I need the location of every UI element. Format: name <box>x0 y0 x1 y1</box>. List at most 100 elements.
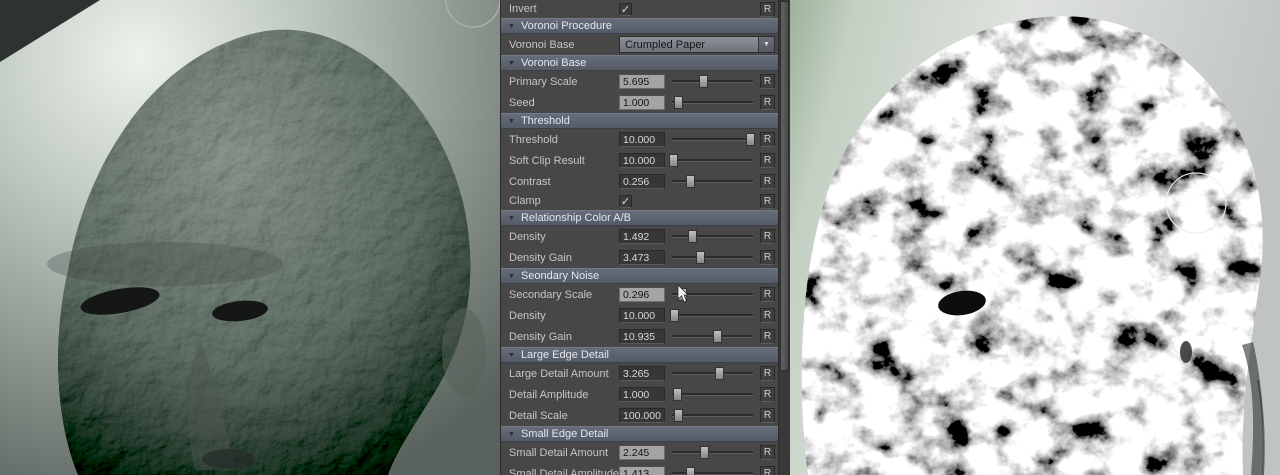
section-label: Voronoi Base <box>521 57 586 69</box>
section-header[interactable]: ▼Voronoi Procedure <box>501 18 779 34</box>
slider-handle[interactable] <box>715 367 724 380</box>
reset-button[interactable]: R <box>760 466 775 475</box>
reset-button[interactable]: R <box>760 308 775 323</box>
param-slider[interactable] <box>672 174 753 189</box>
param-slider[interactable] <box>672 250 753 265</box>
param-value-field[interactable]: 5.695 <box>619 74 665 89</box>
param-value-field[interactable]: 1.000 <box>619 95 665 110</box>
reset-button[interactable]: R <box>760 366 775 381</box>
checkbox[interactable]: ✓ <box>619 3 632 16</box>
left-viewport-canvas[interactable] <box>0 0 500 475</box>
collapse-triangle-icon[interactable]: ▼ <box>508 431 515 438</box>
param-value-field[interactable]: 10.000 <box>619 132 665 147</box>
slider-handle[interactable] <box>700 446 709 459</box>
param-slider[interactable] <box>672 466 753 475</box>
param-value-field[interactable]: 2.245 <box>619 445 665 460</box>
param-label: Threshold <box>509 134 619 146</box>
slider-handle[interactable] <box>699 75 708 88</box>
panel-scrollbar[interactable] <box>778 0 790 475</box>
param-value-field[interactable]: 10.935 <box>619 329 665 344</box>
param-value-field[interactable]: 1.413 <box>619 466 665 475</box>
param-slider[interactable] <box>672 74 753 89</box>
param-slider[interactable] <box>672 387 753 402</box>
checkbox[interactable]: ✓ <box>619 195 632 208</box>
collapse-triangle-icon[interactable]: ▼ <box>508 352 515 359</box>
param-label: Detail Amplitude <box>509 389 619 401</box>
param-slider[interactable] <box>672 308 753 323</box>
reset-button[interactable]: R <box>760 387 775 402</box>
section-header[interactable]: ▼Relationship Color A/B <box>501 210 779 226</box>
param-value-field[interactable]: 0.296 <box>619 287 665 302</box>
param-value-field[interactable]: 100.000 <box>619 408 665 423</box>
slider-handle[interactable] <box>688 230 697 243</box>
scrollbar-thumb[interactable] <box>780 1 789 371</box>
param-row: Secondary Scale0.296R <box>501 284 779 305</box>
param-row: Density Gain3.473R <box>501 247 779 268</box>
param-slider[interactable] <box>672 366 753 381</box>
reset-button[interactable]: R <box>760 329 775 344</box>
slider-handle[interactable] <box>669 154 678 167</box>
reset-button[interactable]: R <box>760 287 775 302</box>
collapse-triangle-icon[interactable]: ▼ <box>508 60 515 67</box>
reset-button[interactable]: R <box>760 132 775 147</box>
right-viewport-canvas[interactable] <box>790 0 1280 475</box>
param-value-field[interactable]: 10.000 <box>619 153 665 168</box>
slider-handle[interactable] <box>673 388 682 401</box>
collapse-triangle-icon[interactable]: ▼ <box>508 273 515 280</box>
param-row: Primary Scale5.695R <box>501 71 779 92</box>
param-value-field[interactable]: 1.492 <box>619 229 665 244</box>
collapse-triangle-icon[interactable]: ▼ <box>508 118 515 125</box>
slider-track <box>672 393 753 396</box>
param-value-field[interactable]: 10.000 <box>619 308 665 323</box>
reset-button[interactable]: R <box>760 445 775 460</box>
section-header[interactable]: ▼Large Edge Detail <box>501 347 779 363</box>
dropdown-arrow-icon[interactable]: ▼ <box>758 37 774 52</box>
slider-handle[interactable] <box>670 309 679 322</box>
param-slider[interactable] <box>672 287 753 302</box>
left-3d-viewport[interactable] <box>0 0 500 475</box>
slider-handle[interactable] <box>686 467 695 475</box>
reset-button[interactable]: R <box>760 194 775 209</box>
param-value-field[interactable]: 3.473 <box>619 250 665 265</box>
reset-button[interactable]: R <box>760 250 775 265</box>
voronoi-base-dropdown[interactable]: Crumpled Paper▼ <box>619 36 775 53</box>
slider-handle[interactable] <box>674 409 683 422</box>
param-value-field[interactable]: 3.265 <box>619 366 665 381</box>
section-header[interactable]: ▼ Threshold <box>501 113 779 129</box>
section-header[interactable]: ▼Small Edge Detail <box>501 426 779 442</box>
param-slider[interactable] <box>672 408 753 423</box>
param-slider[interactable] <box>672 153 753 168</box>
reset-button[interactable]: R <box>760 229 775 244</box>
collapse-triangle-icon[interactable]: ▼ <box>508 215 515 222</box>
slider-handle[interactable] <box>678 288 687 301</box>
slider-handle[interactable] <box>674 96 683 109</box>
reset-button[interactable]: R <box>760 2 775 17</box>
param-slider[interactable] <box>672 329 753 344</box>
reset-button[interactable]: R <box>760 174 775 189</box>
section-label: Threshold <box>521 115 570 127</box>
collapse-triangle-icon[interactable]: ▼ <box>508 23 515 30</box>
param-slider[interactable] <box>672 95 753 110</box>
reset-button[interactable]: R <box>760 408 775 423</box>
param-value-field[interactable]: 0.256 <box>619 174 665 189</box>
reset-button[interactable]: R <box>760 153 775 168</box>
param-label: Large Detail Amount <box>509 368 619 380</box>
slider-handle[interactable] <box>746 133 755 146</box>
param-slider[interactable] <box>672 445 753 460</box>
param-value-field[interactable]: 1.000 <box>619 387 665 402</box>
section-header[interactable]: ▼Seondary Noise <box>501 268 779 284</box>
param-row: Clamp✓R <box>501 192 779 210</box>
reset-button[interactable]: R <box>760 74 775 89</box>
slider-track <box>672 314 753 317</box>
section-header[interactable]: ▼ Voronoi Base <box>501 55 779 71</box>
param-slider[interactable] <box>672 132 753 147</box>
param-row: Threshold10.000 R <box>501 129 779 150</box>
nostril-shadow <box>202 449 254 469</box>
slider-handle[interactable] <box>696 251 705 264</box>
reset-button[interactable]: R <box>760 95 775 110</box>
param-slider[interactable] <box>672 229 753 244</box>
right-3d-viewport[interactable] <box>790 0 1280 475</box>
slider-handle[interactable] <box>713 330 722 343</box>
slider-handle[interactable] <box>686 175 695 188</box>
param-row: Invert✓R <box>501 0 779 18</box>
